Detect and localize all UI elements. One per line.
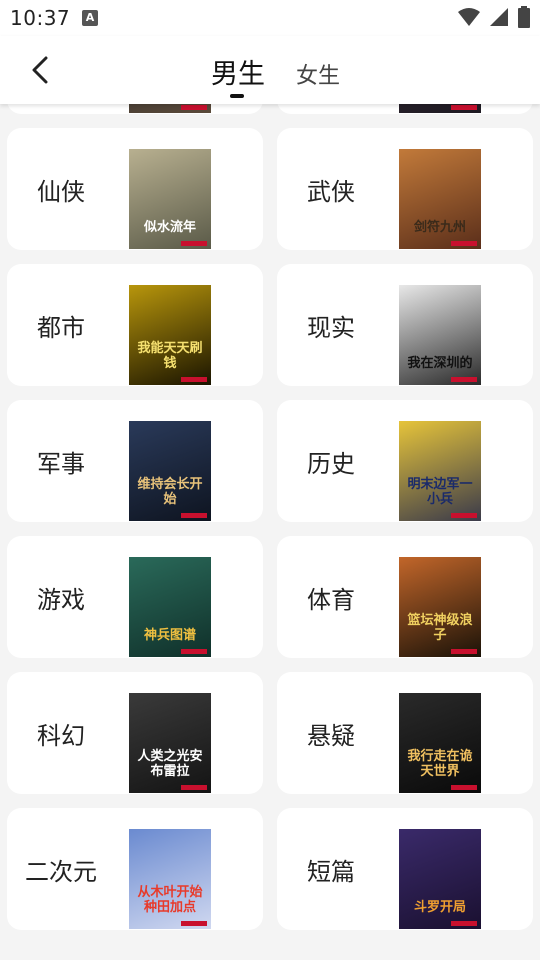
book-cover-title: 人类之光安布雷拉 [137, 749, 203, 779]
tab-female-label: 女生 [296, 64, 341, 89]
book-cover[interactable]: 我在深圳的 [399, 285, 481, 385]
book-cover-title: 剑符九州 [413, 220, 466, 235]
publisher-logo [451, 921, 477, 926]
publisher-logo [181, 105, 207, 110]
book-cover[interactable]: 似水流年 [129, 149, 211, 249]
category-card[interactable]: 历史明末边军一小兵 [277, 400, 533, 522]
category-name: 武侠 [307, 177, 355, 206]
publisher-logo [451, 513, 477, 518]
status-time: 10:37 [10, 6, 71, 30]
book-cover[interactable]: 篮坛神级浪子 [399, 557, 481, 657]
book-cover-title: 神兵图谱 [143, 628, 196, 643]
gender-tabs: 男生 女生 [0, 36, 540, 104]
publisher-logo [451, 785, 477, 790]
book-cover[interactable]: 斗罗开局 [399, 829, 481, 929]
tab-female[interactable]: 女生 [296, 58, 340, 126]
category-card[interactable]: 现实我在深圳的 [277, 264, 533, 386]
category-name: 历史 [307, 449, 355, 478]
category-card[interactable]: 体育篮坛神级浪子 [277, 536, 533, 658]
status-icons [454, 6, 530, 30]
publisher-logo [451, 241, 477, 246]
book-cover-title: 维持会长开始 [137, 477, 203, 507]
category-card[interactable]: 仙侠似水流年 [7, 128, 263, 250]
book-cover[interactable]: 从木叶开始种田加点 [129, 829, 211, 929]
category-name: 科幻 [37, 721, 85, 750]
battery-icon [518, 6, 530, 28]
book-cover[interactable]: 巫界征途 [399, 104, 481, 113]
book-cover-title: 从木叶开始种田加点 [137, 885, 203, 915]
category-card[interactable]: 武侠剑符九州 [277, 128, 533, 250]
publisher-logo [181, 785, 207, 790]
book-cover[interactable]: 明末边军一小兵 [399, 421, 481, 521]
category-name: 现实 [307, 313, 355, 342]
book-cover[interactable]: 神兵图谱 [129, 557, 211, 657]
publisher-logo [181, 921, 207, 926]
category-card[interactable]: 短篇斗罗开局 [277, 808, 533, 930]
category-name: 仙侠 [37, 177, 85, 206]
book-cover[interactable]: 维持会长开始 [129, 421, 211, 521]
tab-male-label: 男生 [211, 59, 265, 90]
publisher-logo [181, 513, 207, 518]
header: 男生 女生 [0, 36, 540, 104]
book-cover-title: 篮坛神级浪子 [407, 613, 473, 643]
category-name: 都市 [37, 313, 85, 342]
publisher-logo [451, 649, 477, 654]
category-card[interactable]: 二次元从木叶开始种田加点 [7, 808, 263, 930]
publisher-logo [451, 105, 477, 110]
publisher-logo [181, 649, 207, 654]
book-cover[interactable]: 我行走在诡天世界 [399, 693, 481, 793]
publisher-logo [451, 377, 477, 382]
status-bar: 10:37 A [0, 0, 540, 36]
category-name: 短篇 [307, 857, 355, 886]
category-card[interactable]: 悬疑我行走在诡天世界 [277, 672, 533, 794]
publisher-logo [181, 377, 207, 382]
category-name: 军事 [37, 449, 85, 478]
book-cover[interactable]: 我在镇夜司打开地狱之门 [129, 104, 211, 113]
book-cover-title: 我行走在诡天世界 [407, 749, 473, 779]
book-cover-title: 斗罗开局 [413, 900, 466, 915]
book-cover[interactable]: 人类之光安布雷拉 [129, 693, 211, 793]
book-cover[interactable]: 我能天天刷钱 [129, 285, 211, 385]
category-name: 游戏 [37, 585, 85, 614]
category-name [7, 104, 115, 114]
wifi-icon [457, 8, 480, 26]
category-card[interactable]: 都市我能天天刷钱 [7, 264, 263, 386]
book-cover-title: 似水流年 [143, 220, 196, 235]
book-cover-title: 我能天天刷钱 [137, 341, 203, 371]
book-cover-title: 明末边军一小兵 [407, 477, 473, 507]
category-grid[interactable]: 我在镇夜司打开地狱之门巫界征途仙侠似水流年武侠剑符九州都市我能天天刷钱现实我在深… [0, 104, 540, 960]
notification-app-icon: A [82, 10, 98, 26]
tab-male[interactable]: 男生 [211, 52, 265, 120]
category-card[interactable]: 科幻人类之光安布雷拉 [7, 672, 263, 794]
publisher-logo [181, 241, 207, 246]
book-cover[interactable]: 剑符九州 [399, 149, 481, 249]
book-cover-title: 我在深圳的 [407, 356, 473, 371]
category-name: 体育 [307, 585, 355, 614]
category-card[interactable]: 军事维持会长开始 [7, 400, 263, 522]
signal-icon [489, 8, 508, 26]
category-name: 二次元 [25, 857, 97, 886]
active-tab-indicator [230, 94, 244, 98]
category-name: 悬疑 [307, 721, 355, 750]
category-card[interactable]: 游戏神兵图谱 [7, 536, 263, 658]
